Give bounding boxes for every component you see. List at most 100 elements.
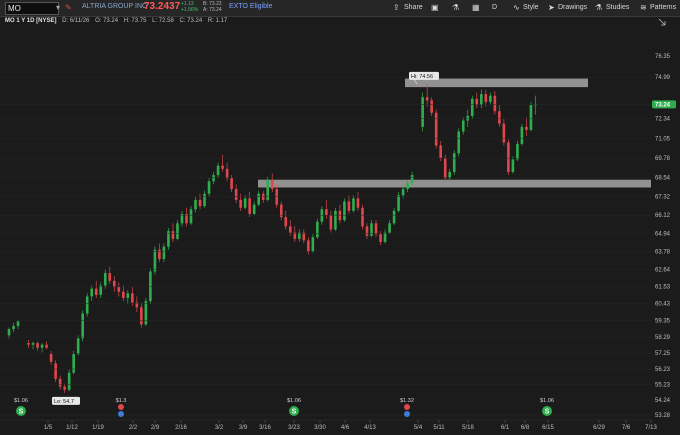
y-tick-label: 68.54 <box>655 176 671 182</box>
candle-body <box>176 223 179 239</box>
earnings-info-icon[interactable] <box>404 411 410 417</box>
candle-body <box>135 302 139 308</box>
dividend-marker[interactable]: $1.06 S <box>540 398 554 416</box>
candle-body <box>439 145 442 158</box>
candle-body <box>288 226 292 233</box>
candle <box>397 192 400 213</box>
x-tick-label: 3/16 <box>259 425 271 431</box>
dividend-amount: $1.06 <box>14 398 28 404</box>
candle <box>511 156 515 174</box>
x-tick-label: 7/6 <box>622 425 631 431</box>
candle <box>320 206 324 225</box>
candle-body <box>76 338 80 354</box>
dividend-amount: $1.06 <box>540 398 554 404</box>
candle <box>475 92 479 109</box>
candle-body <box>131 293 134 303</box>
candle-body <box>239 199 242 208</box>
candle <box>99 282 103 298</box>
candle-body <box>162 246 166 260</box>
candle <box>379 231 382 246</box>
candle-body <box>511 159 515 172</box>
candle <box>248 192 251 218</box>
candle-body <box>108 273 112 281</box>
candle <box>275 184 279 208</box>
x-tick-label: 5/4 <box>414 425 423 431</box>
earnings-icon[interactable] <box>404 404 410 410</box>
candle-body <box>207 181 211 194</box>
candle-body <box>365 226 369 236</box>
dividend-marker[interactable]: $1.3 <box>116 398 127 417</box>
candle-body <box>153 249 157 272</box>
x-tick-label: 7/13 <box>645 425 657 431</box>
candle-body <box>325 209 328 216</box>
candle <box>470 95 474 120</box>
candle-body <box>261 193 265 200</box>
candle <box>352 195 355 213</box>
candle <box>16 319 20 330</box>
candle <box>203 190 206 208</box>
candle <box>266 176 270 202</box>
candle <box>498 105 501 127</box>
candle <box>58 375 62 390</box>
candle <box>302 229 306 244</box>
candle-body <box>12 325 15 330</box>
candle <box>507 139 510 176</box>
earnings-info-icon[interactable] <box>118 411 124 417</box>
candle-body <box>27 343 30 345</box>
candle <box>338 204 342 224</box>
candle-body <box>307 240 310 252</box>
y-tick-label: 72.34 <box>655 116 671 122</box>
candle <box>457 128 461 157</box>
collapse-icon[interactable] <box>658 18 666 26</box>
candle-body <box>383 232 387 242</box>
candle-body <box>94 288 98 295</box>
candle-body <box>243 198 247 208</box>
candle <box>72 350 75 375</box>
candle-body <box>516 143 519 160</box>
candle <box>185 207 188 227</box>
y-tick-label: 63.78 <box>655 250 671 256</box>
candle-body <box>489 95 492 102</box>
dividend-marker[interactable]: $1.32 <box>400 398 414 417</box>
y-tick-label: 57.25 <box>655 351 671 357</box>
candle-body <box>189 209 193 224</box>
dividend-marker[interactable]: $1.06 S <box>14 398 28 416</box>
candle <box>76 335 80 356</box>
dividend-symbol: S <box>545 409 550 416</box>
candle <box>167 227 170 250</box>
candle <box>502 119 506 146</box>
dividend-symbol: S <box>292 409 297 416</box>
candle <box>298 229 301 242</box>
x-tick-label: 3/23 <box>288 425 300 431</box>
support-resistance-zone[interactable] <box>258 179 651 188</box>
y-tick-label: 64.94 <box>655 232 671 238</box>
candle-body <box>158 249 161 260</box>
y-tick-label: 71.05 <box>655 136 671 142</box>
candle-body <box>356 198 360 208</box>
price-chart[interactable]: 76.35 74.99 72.34 71.05 69.78 68.54 67.32 66.12… <box>0 0 680 435</box>
candle <box>126 290 130 305</box>
high-label: Hi: 74.56 <box>411 74 433 80</box>
dividend-marker[interactable]: $1.06 S <box>287 398 301 416</box>
y-tick-label: 55.23 <box>655 383 671 389</box>
candle-body <box>401 189 405 196</box>
candle-body <box>122 291 125 298</box>
candle <box>149 268 152 305</box>
candle-body <box>103 273 107 286</box>
candle-body <box>452 153 456 172</box>
candle-body <box>31 343 35 345</box>
candle <box>334 207 337 232</box>
candle <box>198 193 202 210</box>
candle-body <box>502 123 506 143</box>
candle-body <box>99 285 103 295</box>
candle-body <box>58 378 62 387</box>
candle <box>45 341 48 350</box>
y-tick-label: 69.78 <box>655 156 671 162</box>
candle <box>180 210 184 227</box>
candle <box>430 97 433 116</box>
earnings-icon[interactable] <box>118 404 124 410</box>
candle <box>448 168 452 182</box>
candle-body <box>475 98 479 106</box>
candle-body <box>194 199 197 210</box>
candle <box>131 287 134 306</box>
